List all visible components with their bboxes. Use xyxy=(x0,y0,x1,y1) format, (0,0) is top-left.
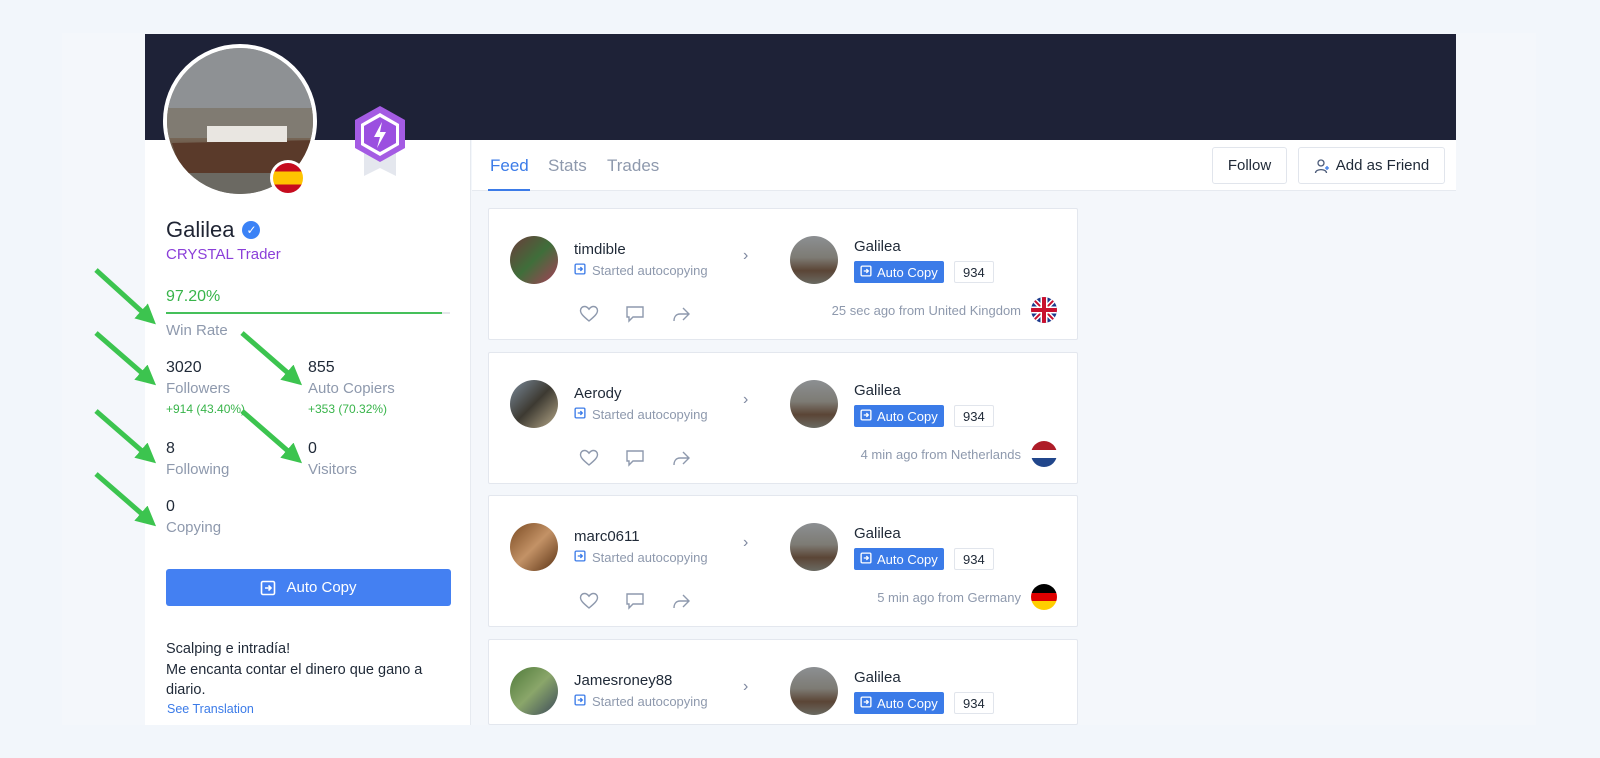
arrow-win-rate xyxy=(94,268,156,325)
arrow-copying xyxy=(94,472,157,527)
arrow-followers xyxy=(94,331,157,386)
arrow-following xyxy=(94,409,157,464)
arrow-visitors xyxy=(240,409,303,464)
annotation-arrows xyxy=(94,268,303,527)
arrow-auto-copiers xyxy=(240,331,303,386)
